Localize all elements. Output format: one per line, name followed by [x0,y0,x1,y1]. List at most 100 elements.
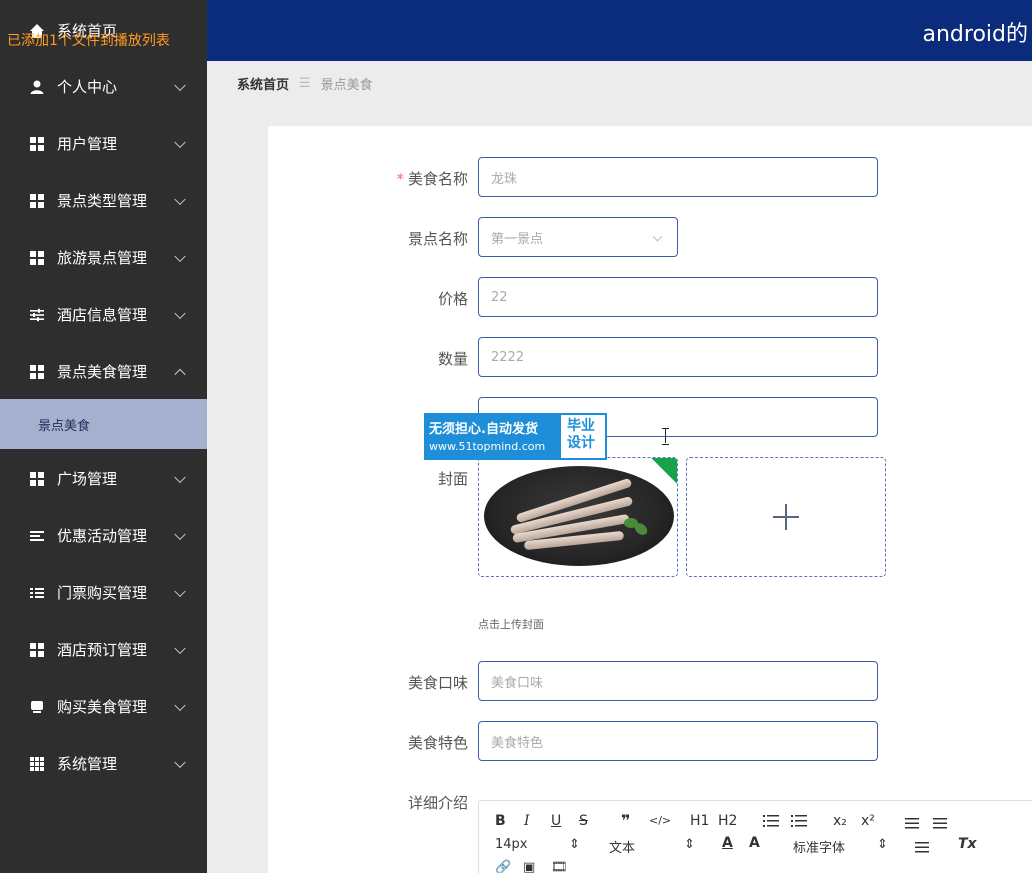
required-mark: * [396,170,404,188]
format-select[interactable]: 文本 [609,837,635,856]
sidebar-item-spots[interactable]: 旅游景点管理 [0,229,207,286]
h2-button[interactable]: H2 [718,813,737,829]
chevron-down-icon [174,250,186,262]
grid9-icon [29,756,45,772]
sidebar-item-label: 景点类型管理 [57,192,148,210]
superscript-button[interactable]: x² [861,813,875,829]
chevron-down-icon [174,307,186,319]
sidebar-item-label: 酒店信息管理 [57,306,148,324]
food-name-input[interactable]: 龙珠 [478,157,878,197]
breadcrumb-current: 景点美食 [320,78,373,93]
quantity-label: 数量 [437,350,468,368]
sidebar-item-label: 系统管理 [57,755,118,773]
spot-name-label: 景点名称 [407,230,468,248]
link-icon[interactable]: 🔗 [495,860,511,873]
italic-button[interactable]: I [524,813,530,829]
sidebar: 系统首页 个人中心 用户管理 景点类型管理 旅游景点管理 酒店信息管理 景点美食… [0,0,207,873]
sidebar-subitem-spot-food[interactable]: 景点美食 [0,399,207,449]
toast-message: 已添加1个文件到播放列表 [7,33,170,49]
indent-icon[interactable] [933,815,947,831]
bold-button[interactable]: B [495,813,506,829]
spot-name-select[interactable]: 第一景点 [478,217,678,257]
image-icon[interactable]: ▣ [523,860,535,873]
h1-button[interactable]: H1 [690,813,709,829]
grid-icon [29,136,45,152]
rich-text-editor[interactable]: B I U S ❞ </> H1 H2 x₂ x² 14px ⇕ 文本 ⇕ A … [478,800,1032,873]
sidebar-item-label: 旅游景点管理 [57,249,148,267]
sidebar-item-hotel-booking[interactable]: 酒店预订管理 [0,621,207,678]
sidebar-item-food[interactable]: 景点美食管理 [0,343,207,400]
chevron-down-icon [174,79,186,91]
sidebar-subitem-label: 景点美食 [38,418,91,434]
video-icon[interactable]: 🎞 [551,860,568,873]
list-icon [29,528,45,544]
price-label: 价格 [437,290,468,308]
taste-label: 美食口味 [407,674,468,692]
cover-image-preview[interactable] [478,457,678,577]
cover-upload-button[interactable] [686,457,886,577]
font-color-icon[interactable]: A [722,835,733,851]
upload-success-badge [650,458,677,485]
chevron-down-icon [174,642,186,654]
font-size-select[interactable]: 14px [495,837,528,852]
background-color-icon[interactable]: A [749,835,760,851]
chevron-down-icon [174,528,186,540]
list-icon [29,585,45,601]
ordered-list-icon[interactable] [763,815,779,831]
sidebar-item-promotions[interactable]: 优惠活动管理 [0,507,207,564]
grid-icon [29,642,45,658]
chevron-down-icon [174,193,186,205]
sidebar-item-label: 景点美食管理 [57,363,148,381]
feature-input[interactable]: 美食特色 [478,721,878,761]
sidebar-item-system[interactable]: 系统管理 [0,735,207,792]
chevron-down-icon [174,585,186,597]
taste-input[interactable]: 美食口味 [478,661,878,701]
chevron-down-icon [174,699,186,711]
sidebar-item-tickets[interactable]: 门票购买管理 [0,564,207,621]
sidebar-item-spot-types[interactable]: 景点类型管理 [0,172,207,229]
plus-icon [773,504,799,530]
clear-format-icon[interactable]: Tx [958,836,977,852]
strike-button[interactable]: S [579,813,588,829]
font-family-arrows-icon: ⇕ [877,837,888,852]
grid-icon [29,364,45,380]
code-icon[interactable]: </> [649,814,671,827]
grid-icon [29,471,45,487]
detail-label: 详细介绍 [407,794,468,812]
watermark: 无须担心.自动发货 www.51topmind.com 毕业 设计 [424,413,607,460]
top-header: android的 [207,0,1032,61]
align-icon[interactable] [915,839,929,855]
breadcrumb-home[interactable]: 系统首页 [237,74,289,93]
font-family-select[interactable]: 标准字体 [793,837,845,856]
cart-icon [29,699,45,715]
sidebar-item-personal[interactable]: 个人中心 [0,58,207,115]
sidebar-item-label: 个人中心 [57,78,118,96]
sliders-icon [29,307,45,323]
subscript-button[interactable]: x₂ [833,813,847,829]
sidebar-item-label: 用户管理 [57,135,118,153]
app-title: android的 [922,22,1029,47]
price-input[interactable]: 22 [478,277,878,317]
chevron-up-icon [174,368,186,380]
quote-icon[interactable]: ❞ [621,811,630,830]
grid-icon [29,250,45,266]
breadcrumb-separator-icon: ☰ [299,76,311,91]
chevron-down-icon [174,471,186,483]
unordered-list-icon[interactable] [791,815,807,831]
food-name-label: * 美食名称 [396,170,468,188]
sidebar-item-label: 优惠活动管理 [57,527,148,545]
sidebar-item-plaza[interactable]: 广场管理 [0,450,207,507]
format-arrows-icon: ⇕ [684,837,695,852]
feature-label: 美食特色 [407,734,468,752]
chevron-down-icon [652,231,663,242]
quantity-input[interactable]: 2222 [478,337,878,377]
outdent-icon[interactable] [905,815,919,831]
sidebar-item-food-orders[interactable]: 购买美食管理 [0,678,207,735]
sidebar-item-hotels[interactable]: 酒店信息管理 [0,286,207,343]
sidebar-item-label: 广场管理 [57,470,118,488]
sidebar-item-label: 门票购买管理 [57,584,148,602]
sidebar-item-users[interactable]: 用户管理 [0,115,207,172]
cover-label: 封面 [437,470,468,488]
underline-button[interactable]: U [551,813,561,829]
chevron-down-icon [174,756,186,768]
